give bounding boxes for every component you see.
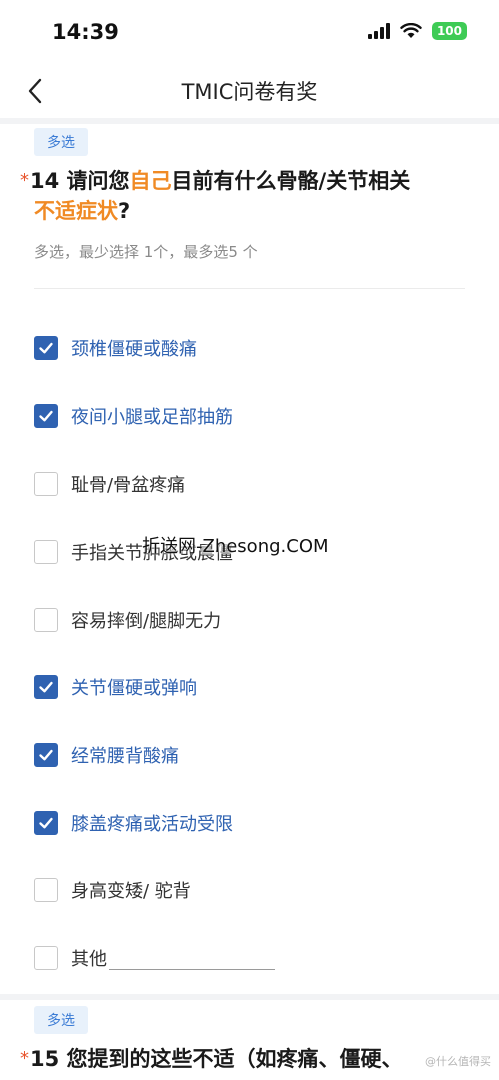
option-label: 膝盖疼痛或活动受限 (71, 814, 233, 835)
wifi-icon (400, 23, 422, 38)
multi-select-tag: 多选 (34, 128, 88, 156)
checkmark-icon (39, 410, 53, 422)
option-label: 经常腰背酸痛 (71, 746, 179, 767)
checkbox-option-2[interactable] (34, 404, 58, 428)
checkbox-option-8[interactable] (34, 811, 58, 835)
question-title: *15 您提到的这些不适（如疼痛、僵硬、 (20, 1044, 469, 1074)
multi-select-tag: 多选 (34, 1006, 88, 1034)
status-time: 14:39 (52, 20, 119, 44)
question-text-1: 14 请问您 (30, 169, 130, 193)
question-card-14: 多选 *14 请问您自己目前有什么骨骼/关节相关不适症状? 多选，最少选择 1个… (0, 124, 499, 994)
option-label: 颈椎僵硬或酸痛 (71, 339, 197, 360)
checkmark-icon (39, 749, 53, 761)
question-highlight-1: 自己 (129, 169, 172, 193)
checkmark-icon (39, 817, 53, 829)
option-8[interactable]: 膝盖疼痛或活动受限 (34, 805, 454, 841)
checkbox-option-5[interactable] (34, 608, 58, 632)
required-mark: * (20, 1048, 29, 1069)
checkbox-option-7[interactable] (34, 743, 58, 767)
question-text: 15 您提到的这些不适（如疼痛、僵硬、 (30, 1047, 403, 1071)
page-title: TMIC问卷有奖 (181, 80, 318, 104)
question-text-3: ? (118, 199, 131, 223)
option-2[interactable]: 夜间小腿或足部抽筋 (34, 398, 454, 434)
checkmark-icon (39, 681, 53, 693)
question-hint: 多选，最少选择 1个，最多选5 个 (34, 243, 258, 261)
battery-icon: 100 (431, 22, 467, 40)
option-10[interactable]: 其他 (34, 940, 454, 976)
option-4[interactable]: 手指关节肿胀或晨僵 (34, 534, 454, 570)
checkbox-option-6[interactable] (34, 675, 58, 699)
option-7[interactable]: 经常腰背酸痛 (34, 737, 454, 773)
cellular-signal-icon (367, 23, 390, 39)
option-1[interactable]: 颈椎僵硬或酸痛 (34, 330, 454, 366)
question-card-15: 多选 *15 您提到的这些不适（如疼痛、僵硬、 (0, 1000, 499, 1080)
checkbox-option-10[interactable] (34, 946, 58, 970)
option-5[interactable]: 容易摔倒/腿脚无力 (34, 602, 454, 638)
checkmark-icon (39, 342, 53, 354)
checkbox-option-1[interactable] (34, 336, 58, 360)
option-6[interactable]: 关节僵硬或弹响 (34, 669, 454, 705)
checkbox-option-4[interactable] (34, 540, 58, 564)
question-text-2: 目前有什么骨骼/关节相关 (171, 169, 411, 193)
checkbox-option-3[interactable] (34, 472, 58, 496)
option-9[interactable]: 身高变矮/ 驼背 (34, 872, 454, 908)
status-icons: 100 (367, 22, 467, 40)
option-label: 其他 (71, 949, 107, 970)
option-label: 关节僵硬或弹响 (71, 678, 197, 699)
question-title: *14 请问您自己目前有什么骨骼/关节相关不适症状? (20, 166, 469, 226)
option-label: 身高变矮/ 驼背 (71, 881, 191, 902)
required-mark: * (20, 170, 29, 191)
nav-bar: TMIC问卷有奖 (0, 64, 499, 118)
divider (34, 288, 465, 289)
option-3[interactable]: 耻骨/骨盆疼痛 (34, 466, 454, 502)
option-label: 容易摔倒/腿脚无力 (71, 611, 222, 632)
checkbox-option-9[interactable] (34, 878, 58, 902)
option-label: 夜间小腿或足部抽筋 (71, 407, 233, 428)
status-bar: 14:39 100 (0, 0, 499, 64)
question-highlight-2: 不适症状 (34, 199, 118, 223)
option-label: 手指关节肿胀或晨僵 (71, 543, 233, 564)
other-text-input[interactable] (109, 946, 275, 970)
option-label: 耻骨/骨盆疼痛 (71, 475, 186, 496)
